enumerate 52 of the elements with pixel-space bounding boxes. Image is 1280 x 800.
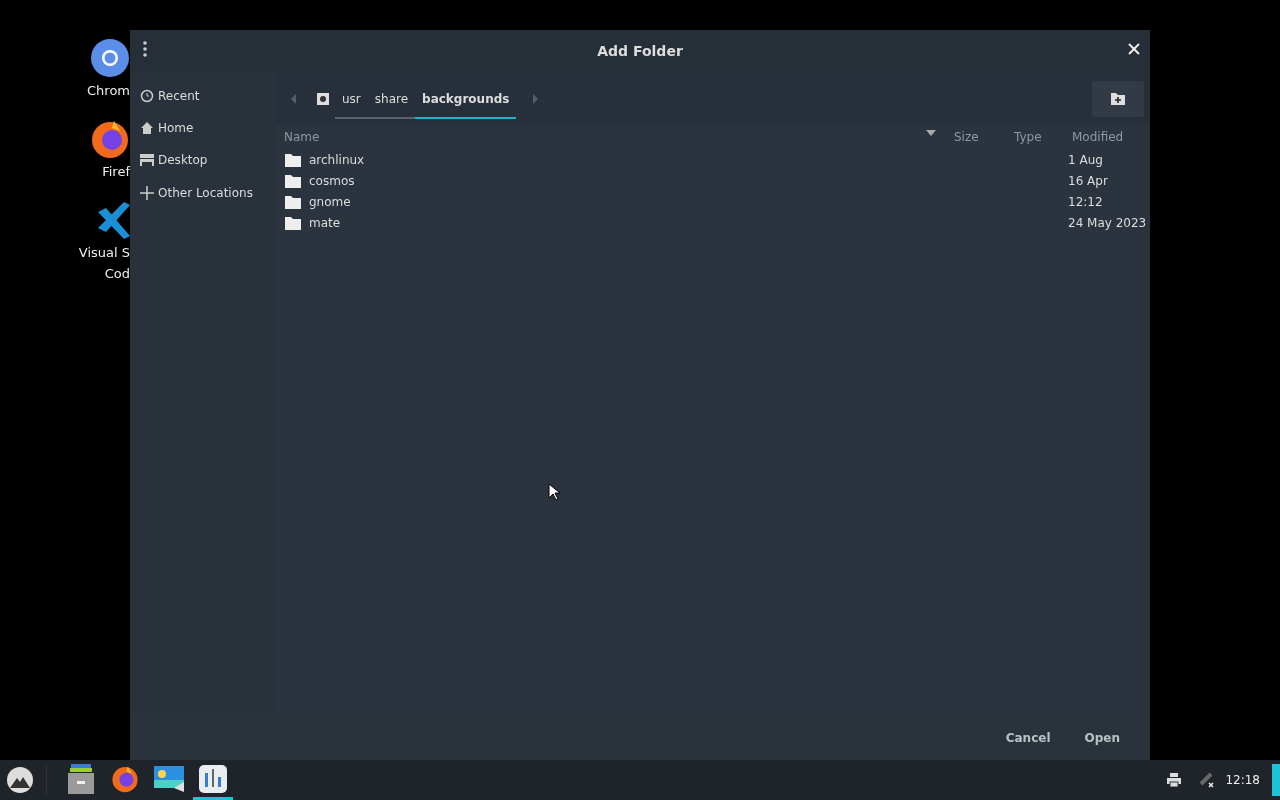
home-icon xyxy=(140,121,154,135)
path-button[interactable]: backgrounds xyxy=(415,80,517,119)
close-icon[interactable] xyxy=(1128,43,1140,55)
folder-icon xyxy=(285,215,301,230)
icon-label: Visual S xyxy=(78,244,130,261)
file-name[interactable]: archlinux xyxy=(285,152,1068,167)
plus-icon xyxy=(140,186,154,200)
mouse-cursor-icon xyxy=(548,483,560,501)
fox-logo-icon[interactable] xyxy=(111,764,139,793)
new-folder-button[interactable] xyxy=(1092,80,1144,117)
file-name[interactable]: gnome xyxy=(285,194,1068,209)
path-button[interactable]: share xyxy=(367,80,416,119)
column-header[interactable]: Name xyxy=(284,130,954,144)
file-name[interactable]: cosmos xyxy=(285,173,1068,188)
mountain-logo-icon[interactable] xyxy=(6,766,34,794)
folder-icon xyxy=(285,152,301,167)
circle-logo-icon xyxy=(90,38,130,78)
folder-icon xyxy=(285,173,301,188)
fox-logo-icon xyxy=(90,119,130,159)
sort-arrow-icon[interactable] xyxy=(926,130,936,136)
cancel-button[interactable]: Cancel xyxy=(993,724,1063,751)
column-header[interactable]: Type xyxy=(1014,130,1072,144)
file-name[interactable]: mate xyxy=(285,215,1068,230)
file-cabinet-icon[interactable] xyxy=(67,763,95,794)
image-viewer-icon[interactable] xyxy=(154,765,184,792)
window-title: Add Folder xyxy=(597,43,683,59)
icon-label: Firef xyxy=(102,163,130,180)
disk-icon[interactable] xyxy=(317,92,329,105)
sidebar-item[interactable]: Home xyxy=(130,112,277,144)
cross-logo-icon xyxy=(96,200,130,240)
open-button[interactable]: Open xyxy=(1072,724,1132,751)
folder-icon xyxy=(285,194,301,209)
printer-icon[interactable] xyxy=(1167,773,1182,787)
menu-icon[interactable] xyxy=(142,40,148,58)
icon-label: Cod xyxy=(104,265,130,282)
desktop-icon xyxy=(140,154,154,166)
modified-date: 16 Apr xyxy=(1068,173,1109,188)
folder-plus-icon xyxy=(1111,92,1125,105)
network-offline-icon[interactable] xyxy=(1199,772,1216,788)
sidebar-item[interactable]: Other Locations xyxy=(130,185,277,201)
icon-label: Chrom xyxy=(87,82,130,99)
modified-date: 12:12 xyxy=(1068,194,1104,209)
modified-date: 24 May 2023 xyxy=(1068,215,1148,230)
column-header[interactable]: Size xyxy=(954,130,1014,144)
mixer-icon[interactable] xyxy=(199,764,227,793)
sidebar-item[interactable]: Recent xyxy=(130,80,277,112)
column-header[interactable]: Modified xyxy=(1072,130,1150,144)
modified-date: 1 Aug xyxy=(1068,152,1104,167)
clock-icon xyxy=(140,89,154,103)
clock[interactable]: 12:18 xyxy=(1225,773,1260,787)
path-button[interactable]: usr xyxy=(335,80,368,119)
sidebar-item[interactable]: Desktop xyxy=(130,144,277,176)
